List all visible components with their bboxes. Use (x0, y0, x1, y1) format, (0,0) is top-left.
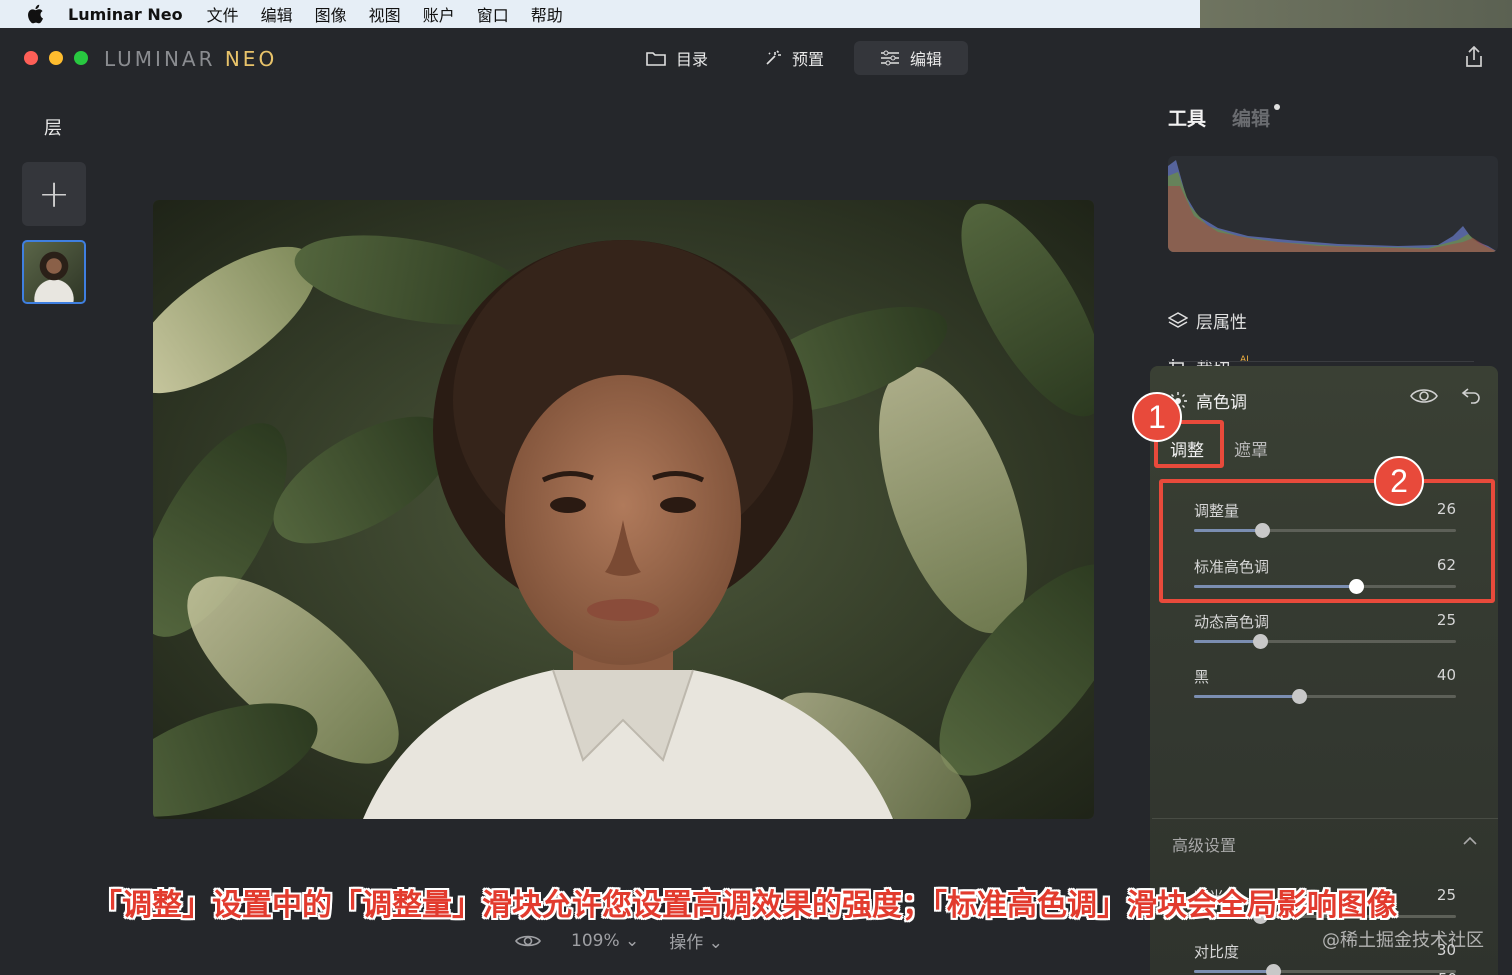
menu-help[interactable]: 帮助 (531, 2, 563, 26)
annotation-badge-2: 2 (1374, 456, 1424, 506)
layer-thumbnail[interactable] (22, 240, 86, 304)
slider-black-thumb[interactable] (1291, 689, 1307, 704)
slider-dynamic-label: 动态高色调 (1194, 613, 1270, 631)
advanced-settings-title[interactable]: 高级设置 (1172, 832, 1236, 856)
slider-dynamic-thumb[interactable] (1252, 634, 1268, 649)
slider-black-label: 黑 (1194, 668, 1210, 686)
sliders-icon (881, 50, 900, 66)
actions-dropdown[interactable]: 操作 ⌄ (669, 928, 723, 953)
panel-tabs: 工具 编辑 (1168, 104, 1281, 131)
zoom-window-button[interactable] (74, 51, 88, 65)
tab-tools[interactable]: 工具 (1168, 104, 1206, 131)
layers-stack-icon (1168, 311, 1188, 328)
subtab-mask[interactable]: 遮罩 (1234, 436, 1268, 461)
nav-presets-label: 预置 (792, 50, 825, 69)
annotation-badge-1: 1 (1132, 392, 1182, 442)
sparkle-icon (766, 50, 782, 65)
annotation-caption: 「调整」设置中的「调整量」滑块允许您设置高调效果的强度；「标准高色调」滑块会全局… (92, 888, 1397, 923)
slider-black-fill (1194, 695, 1299, 698)
menu-bar: Luminar Neo 文件 编辑 图像 视图 账户 窗口 帮助 (0, 0, 1200, 28)
menu-window[interactable]: 窗口 (477, 2, 509, 26)
slider-contrast-label: 对比度 (1194, 943, 1240, 961)
slider-contrast-fill (1194, 970, 1273, 973)
nav-presets-button[interactable]: 预置 (738, 41, 850, 75)
layers-title: 层 (44, 118, 62, 139)
edits-indicator-dot (1274, 104, 1281, 110)
layer-properties-row[interactable]: 层属性 (1168, 308, 1247, 333)
tab-edits[interactable]: 编辑 (1232, 104, 1281, 131)
preview-eye-icon[interactable] (515, 933, 541, 949)
watermark: @稀土掘金技术社区 (1322, 930, 1484, 951)
top-navigation: 目录 预置 编辑 (620, 41, 969, 75)
slider-contrast-thumb[interactable] (1265, 964, 1281, 975)
title-bar: LUMINAR NEO 目录 预置 编辑 (0, 28, 1512, 86)
close-window-button[interactable] (24, 51, 38, 65)
canvas-bottom-bar: 109% ⌄ 操作 ⌄ (515, 928, 723, 953)
visibility-eye-icon[interactable] (1410, 386, 1438, 406)
plus-icon: + (38, 172, 70, 216)
portrait-photo (153, 200, 1094, 819)
nav-catalog-button[interactable]: 目录 (620, 41, 734, 75)
desktop-background (1200, 0, 1512, 28)
tool-divider (1168, 361, 1474, 362)
add-layer-button[interactable]: + (22, 162, 86, 226)
annotation-box-sliders (1159, 479, 1495, 603)
histogram-graph (1168, 160, 1498, 252)
photo-canvas[interactable] (153, 200, 1094, 819)
highkey-title: 高色调 (1196, 393, 1247, 413)
zoom-dropdown[interactable]: 109% ⌄ (571, 931, 639, 951)
partial-slider-value: 50 (1438, 970, 1457, 975)
logo-accent: NEO (224, 47, 278, 71)
slider-dynamic-value: 25 (1436, 611, 1456, 629)
folder-icon (646, 52, 666, 66)
app-logo: LUMINAR NEO (104, 47, 277, 71)
apple-logo-icon[interactable] (26, 4, 44, 24)
tab-edits-label: 编辑 (1232, 108, 1271, 130)
menu-app-name[interactable]: Luminar Neo (68, 5, 183, 24)
advanced-divider (1152, 818, 1498, 819)
ai-badge: AI (1240, 354, 1249, 365)
histogram (1168, 156, 1498, 252)
logo-text: LUMINAR (104, 47, 225, 71)
nav-edit-button[interactable]: 编辑 (854, 41, 969, 75)
layer-properties-label: 层属性 (1196, 313, 1247, 333)
nav-catalog-label: 目录 (676, 50, 709, 69)
reset-undo-icon[interactable] (1460, 384, 1482, 406)
menu-image[interactable]: 图像 (315, 2, 347, 26)
minimize-window-button[interactable] (49, 51, 63, 65)
chevron-up-icon[interactable] (1462, 836, 1478, 846)
slider-black-value: 40 (1436, 666, 1456, 684)
menu-account[interactable]: 账户 (423, 2, 455, 26)
share-icon[interactable] (1464, 46, 1484, 68)
menu-view[interactable]: 视图 (369, 2, 401, 26)
nav-edit-label: 编辑 (910, 50, 943, 69)
menu-file[interactable]: 文件 (207, 2, 239, 26)
menu-edit[interactable]: 编辑 (261, 2, 293, 26)
slider-glow-value: 25 (1436, 886, 1456, 904)
slider-dynamic-fill (1194, 640, 1260, 643)
